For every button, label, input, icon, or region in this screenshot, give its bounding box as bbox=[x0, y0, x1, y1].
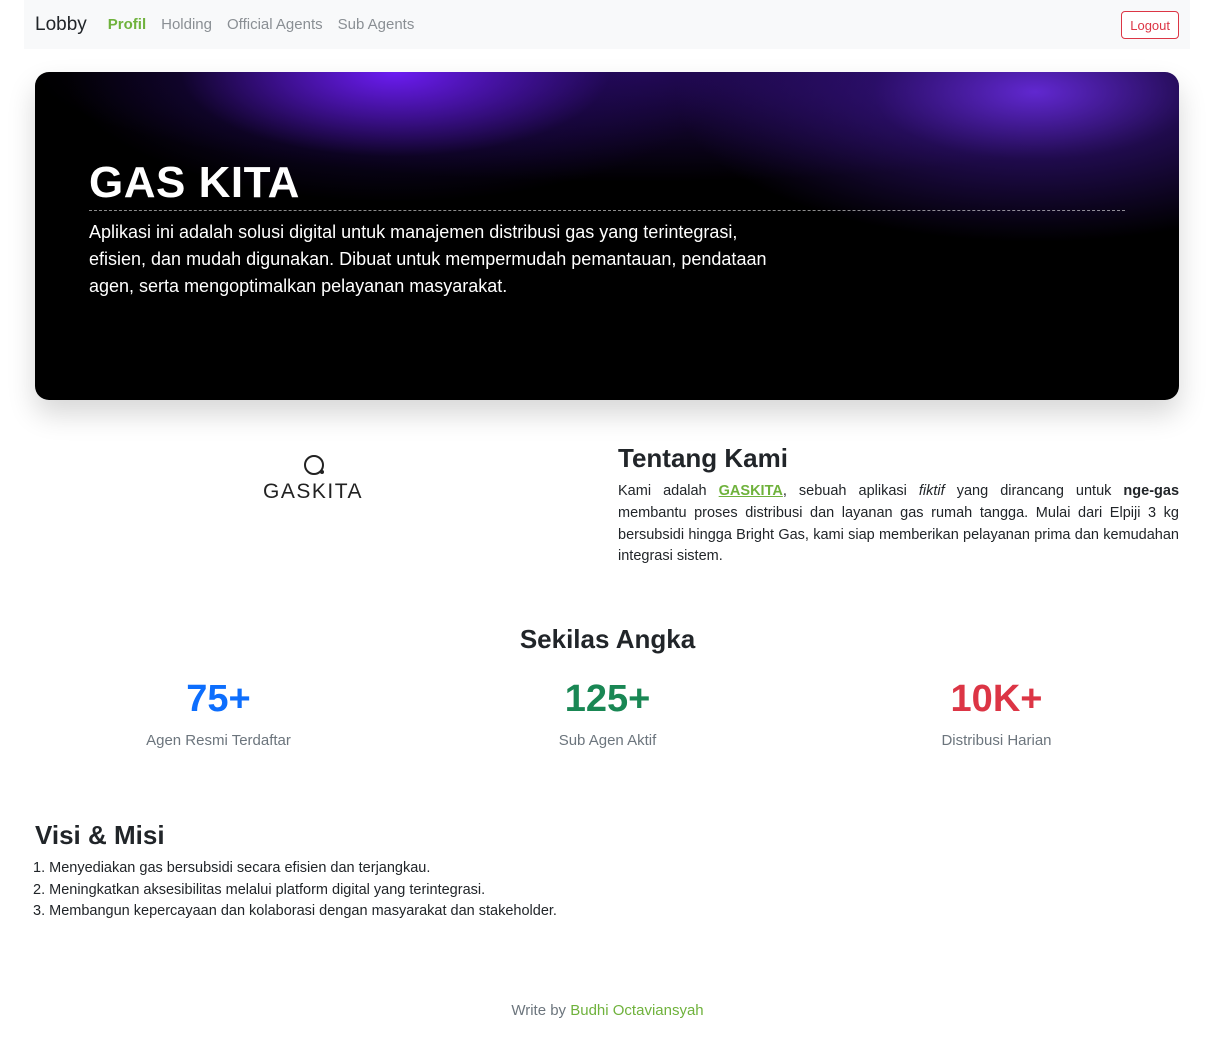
stat-label: Sub Agen Aktif bbox=[558, 732, 657, 749]
vision-item: 2. Meningkatkan aksesibilitas melalui pl… bbox=[33, 881, 486, 898]
about-text-part: yang dirancang untuk bbox=[944, 483, 1124, 499]
about-text-part: membantu proses distribusi dan layanan g… bbox=[618, 504, 1179, 565]
stat-value: 10K+ bbox=[950, 678, 1043, 720]
navbar: Lobby Profil Holding Official Agents Sub… bbox=[24, 0, 1190, 49]
about-title: Tentang Kami bbox=[618, 443, 788, 473]
about-text-part: Kami adalah bbox=[618, 483, 719, 499]
navbar-brand[interactable]: Lobby bbox=[35, 14, 87, 36]
vision-title: Visi & Misi bbox=[35, 820, 165, 850]
nav-link-profil[interactable]: Profil bbox=[108, 16, 146, 33]
vision-item: 1. Menyediakan gas bersubsidi secara efi… bbox=[33, 860, 431, 876]
stats-title: Sekilas Angka bbox=[519, 624, 696, 654]
vision-list: 1. Menyediakan gas bersubsidi secara efi… bbox=[33, 858, 557, 923]
brand-link[interactable]: GASKITA bbox=[719, 483, 783, 499]
logout-button[interactable]: Logout bbox=[1121, 11, 1179, 39]
logo-text: GASKITA bbox=[263, 480, 363, 503]
hero-title: GAS KITA bbox=[89, 158, 300, 207]
logo-dot-icon bbox=[320, 470, 324, 474]
nav-link-sub-agents[interactable]: Sub Agents bbox=[338, 16, 415, 33]
stat-value: 125+ bbox=[564, 678, 651, 720]
about-text: Kami adalah GASKITA, sebuah aplikasi fik… bbox=[618, 481, 1179, 568]
nav-link-holding[interactable]: Holding bbox=[161, 16, 212, 33]
hero-divider bbox=[89, 210, 1125, 211]
footer-prefix: Write by bbox=[511, 1002, 571, 1019]
nav-links: Profil Holding Official Agents Sub Agent… bbox=[108, 16, 430, 33]
about-italic: fiktif bbox=[918, 483, 945, 499]
stat-label: Distribusi Harian bbox=[941, 732, 1052, 749]
gaskita-logo: GASKITA bbox=[263, 455, 373, 503]
stat-daily-distribution: 10K+ Distribusi Harian bbox=[802, 676, 1191, 749]
nav-link-official-agents[interactable]: Official Agents bbox=[227, 16, 323, 33]
about-bold: nge-gas bbox=[1123, 483, 1180, 499]
hero-description: Aplikasi ini adalah solusi digital untuk… bbox=[89, 222, 767, 296]
footer: Write by Budhi Octaviansyah bbox=[0, 1002, 1215, 1019]
stat-value: 75+ bbox=[186, 678, 251, 720]
about-text-part: , sebuah aplikasi bbox=[782, 483, 919, 499]
author-link[interactable]: Budhi Octaviansyah bbox=[570, 1002, 703, 1019]
stat-sub-agents: 125+ Sub Agen Aktif bbox=[413, 676, 802, 749]
vision-item: 3. Membangun kepercayaan dan kolaborasi … bbox=[33, 903, 557, 920]
stat-label: Agen Resmi Terdaftar bbox=[146, 732, 291, 749]
hero-banner: GAS KITA Aplikasi ini adalah solusi digi… bbox=[35, 72, 1179, 400]
stat-official-agents: 75+ Agen Resmi Terdaftar bbox=[24, 676, 413, 749]
